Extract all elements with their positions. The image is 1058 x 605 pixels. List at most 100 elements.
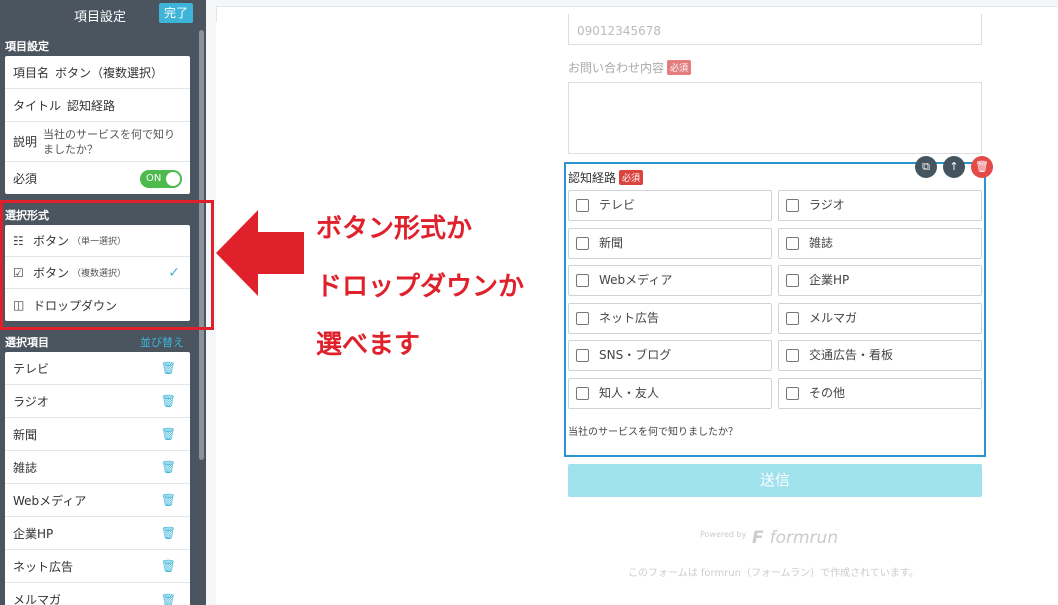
required-toggle[interactable]: ON [140, 170, 182, 188]
item-label[interactable]: Webメディア [13, 492, 86, 509]
checkbox-box[interactable] [786, 387, 799, 400]
list-item[interactable]: 新聞 🗑 [5, 418, 190, 451]
choice-label: ラジオ [809, 198, 845, 212]
checkbox-box[interactable] [576, 274, 589, 287]
required-badge: 必須 [619, 170, 644, 185]
choice-label: テレビ [599, 198, 636, 212]
title-row[interactable]: タイトル 認知経路 [5, 89, 190, 122]
item-name-label: 項目名 [13, 65, 50, 80]
item-name-value[interactable]: ボタン（複数選択） [55, 64, 163, 81]
toggle-state: ON [146, 173, 162, 184]
checkbox-box[interactable] [576, 199, 589, 212]
description-textarea[interactable]: 当社のサービスを何で知りましたか？ [43, 127, 182, 157]
title-value[interactable]: 認知経路 [67, 97, 115, 114]
choice-label: その他 [809, 386, 846, 400]
done-button[interactable]: 完了 [159, 3, 193, 23]
choice-checkbox[interactable]: ラジオ [778, 190, 982, 221]
trash-icon[interactable]: 🗑 [161, 394, 176, 408]
list-item[interactable]: ラジオ 🗑 [5, 385, 190, 418]
checkbox-box[interactable] [576, 312, 589, 325]
item-label[interactable]: 雑誌 [13, 459, 37, 476]
trash-icon[interactable]: 🗑 [161, 559, 176, 573]
section-settings-heading: 項目設定 [5, 40, 49, 53]
formrun-logo[interactable]: Fformrun [752, 528, 838, 548]
move-up-icon[interactable]: ↑ [943, 156, 965, 178]
choice-checkbox[interactable]: Webメディア [568, 265, 772, 296]
choice-checkbox[interactable]: テレビ [568, 190, 772, 221]
field-label-text: 認知経路 [568, 171, 617, 185]
checkbox-box[interactable] [786, 274, 799, 287]
trash-icon[interactable]: 🗑 [161, 593, 176, 605]
trash-icon[interactable]: 🗑 [161, 493, 176, 507]
list-item[interactable]: メルマガ 🗑 [5, 583, 190, 605]
sidebar-header: 項目設定 完了 [0, 0, 206, 28]
inquiry-textarea[interactable] [568, 82, 982, 154]
choice-checkbox[interactable]: 交通広告・看板 [778, 340, 982, 371]
checkbox-box[interactable] [786, 199, 799, 212]
list-item[interactable]: ネット広告 🗑 [5, 550, 190, 583]
copy-icon[interactable]: ⧉ [915, 156, 937, 178]
checkbox-box[interactable] [576, 387, 589, 400]
phone-input[interactable]: 09012345678 [568, 14, 982, 45]
highlight-frame [0, 200, 214, 330]
trash-icon[interactable]: 🗑 [161, 361, 176, 375]
description-row[interactable]: 説明 当社のサービスを何で知りましたか？ [5, 122, 190, 162]
submit-button[interactable]: 送信 [568, 464, 982, 497]
left-arrow-icon [216, 210, 304, 296]
list-item[interactable]: Webメディア 🗑 [5, 484, 190, 517]
formrun-logo-mark: F [752, 528, 764, 548]
toggle-knob [166, 172, 180, 186]
choice-checkbox[interactable]: メルマガ [778, 303, 982, 334]
item-label[interactable]: メルマガ [13, 591, 61, 605]
choice-checkbox[interactable]: 企業HP [778, 265, 982, 296]
choice-label: 雑誌 [809, 236, 834, 250]
powered-by-text: Powered by [700, 530, 747, 539]
checkbox-box[interactable] [576, 237, 589, 250]
required-row: 必須 ON [5, 162, 190, 194]
trash-icon[interactable]: 🗑 [161, 460, 176, 474]
checkbox-box[interactable] [786, 312, 799, 325]
choice-checkbox[interactable]: 雑誌 [778, 228, 982, 259]
trash-icon[interactable]: 🗑 [161, 427, 176, 441]
description-label: 説明 [13, 135, 38, 149]
list-item[interactable]: 企業HP 🗑 [5, 517, 190, 550]
delete-icon[interactable]: 🗑 [971, 156, 993, 178]
footer-text: このフォームは formrun（フォームラン）で作成されています。 [628, 568, 919, 579]
checkbox-box[interactable] [576, 349, 589, 362]
trash-icon[interactable]: 🗑 [161, 526, 176, 540]
required-badge: 必須 [667, 60, 692, 75]
annotation-line-1: ボタン形式か [316, 214, 473, 244]
item-label[interactable]: ラジオ [13, 393, 49, 410]
item-label[interactable]: ネット広告 [13, 558, 73, 575]
choice-checkbox[interactable]: ネット広告 [568, 303, 772, 334]
choice-label: 新聞 [599, 236, 624, 250]
choice-checkbox[interactable]: その他 [778, 378, 982, 409]
choice-label: SNS・ブログ [599, 348, 672, 362]
item-label[interactable]: テレビ [13, 360, 49, 377]
annotation-line-2: ドロップダウンか [316, 272, 525, 302]
items-card: テレビ 🗑 ラジオ 🗑 新聞 🗑 雑誌 🗑 Webメディア 🗑 企業HP 🗑 ネット広告 🗑 … [5, 352, 190, 605]
item-label[interactable]: 新聞 [13, 426, 37, 443]
choice-label: 交通広告・看板 [809, 348, 894, 362]
choice-label: ネット広告 [599, 311, 660, 325]
item-name-row[interactable]: 項目名 ボタン（複数選択） [5, 56, 190, 89]
checkbox-box[interactable] [786, 349, 799, 362]
choice-checkbox[interactable]: 新聞 [568, 228, 772, 259]
choice-checkbox[interactable]: 知人・友人 [568, 378, 772, 409]
list-item[interactable]: テレビ 🗑 [5, 352, 190, 385]
list-item[interactable]: 雑誌 🗑 [5, 451, 190, 484]
inquiry-label-text: お問い合わせ内容 [568, 61, 665, 75]
title-label: タイトル [13, 98, 62, 113]
checkbox-box[interactable] [786, 237, 799, 250]
inquiry-label: お問い合わせ内容 必須 [568, 59, 692, 76]
annotation-line-3: 選べます [316, 330, 421, 360]
choice-label: 企業HP [809, 273, 850, 287]
item-label[interactable]: 企業HP [13, 525, 53, 542]
field-help-text: 当社のサービスを何で知りましたか？ [568, 427, 738, 438]
choice-label: メルマガ [809, 311, 858, 325]
settings-card: 項目名 ボタン（複数選択） タイトル 認知経路 説明 当社のサービスを何で知りま… [5, 56, 190, 194]
sort-link[interactable]: 並び替え [140, 334, 184, 350]
required-label: 必須 [13, 171, 38, 186]
brand-name: formrun [769, 528, 839, 548]
choice-checkbox[interactable]: SNS・ブログ [568, 340, 772, 371]
